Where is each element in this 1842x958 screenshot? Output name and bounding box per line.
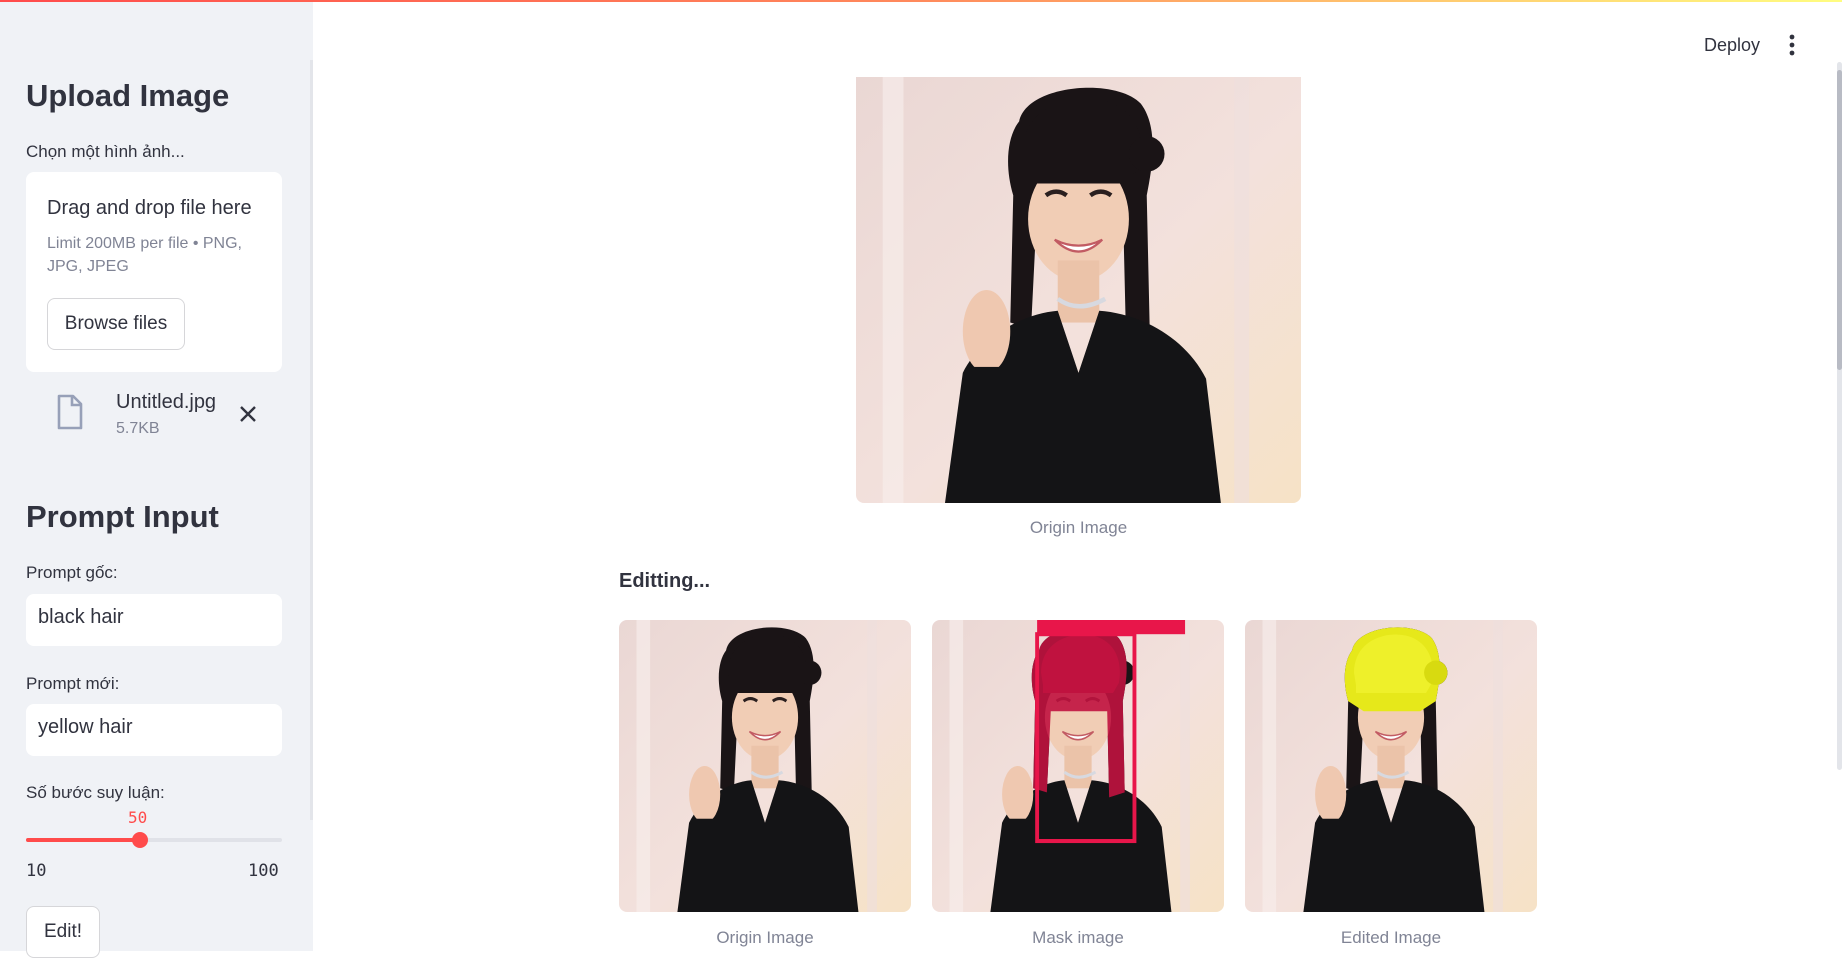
edit-button[interactable]: Edit! (26, 906, 100, 958)
prompt-new-label: Prompt mới: (26, 674, 120, 693)
kebab-menu-icon[interactable] (1788, 34, 1796, 56)
prompt-heading: Prompt Input (26, 499, 219, 534)
uploaded-file: Untitled.jpg 5.7KB (26, 388, 282, 448)
prompt-original-input[interactable]: black hair (26, 594, 282, 646)
file-uploader-label: Chọn một hình ảnh... (26, 142, 185, 161)
origin-image-caption: Origin Image (1029, 518, 1128, 537)
steps-slider-fill (26, 838, 140, 842)
browse-files-button[interactable]: Browse files (47, 298, 185, 350)
file-icon (57, 394, 83, 430)
steps-slider-value: 50 (128, 808, 148, 827)
mask-image (932, 620, 1224, 912)
dropzone-title: Drag and drop file here (47, 197, 252, 219)
result-origin-caption: Origin Image (716, 928, 814, 947)
edited-image (1245, 620, 1537, 912)
origin-image-large (856, 77, 1301, 503)
prompt-original-label: Prompt gốc: (26, 563, 118, 582)
steps-slider[interactable] (26, 832, 282, 848)
main-scrollbar-thumb[interactable] (1837, 70, 1842, 370)
editing-status: Editting... (619, 570, 711, 592)
remove-file-icon[interactable] (236, 402, 260, 426)
file-name: Untitled.jpg (116, 391, 217, 413)
mask-image-caption: Mask image (1032, 928, 1124, 947)
upload-heading: Upload Image (26, 78, 230, 113)
dropzone-limit: Limit 200MB per file • PNG, JPG, JPEG (47, 235, 242, 275)
steps-label: Số bước suy luận: (26, 783, 165, 802)
prompt-new-input[interactable]: yellow hair (26, 704, 282, 756)
deploy-button[interactable]: Deploy (1704, 35, 1760, 56)
result-origin-image (619, 620, 911, 912)
steps-slider-thumb[interactable] (131, 832, 148, 848)
file-dropzone[interactable]: Drag and drop file here Limit 200MB per … (26, 172, 282, 372)
steps-slider-max: 100 (248, 861, 279, 881)
steps-slider-min: 10 (26, 861, 47, 881)
edited-image-caption: Edited Image (1340, 928, 1442, 947)
sidebar-scrollbar[interactable] (310, 60, 313, 820)
file-size: 5.7KB (116, 420, 160, 437)
